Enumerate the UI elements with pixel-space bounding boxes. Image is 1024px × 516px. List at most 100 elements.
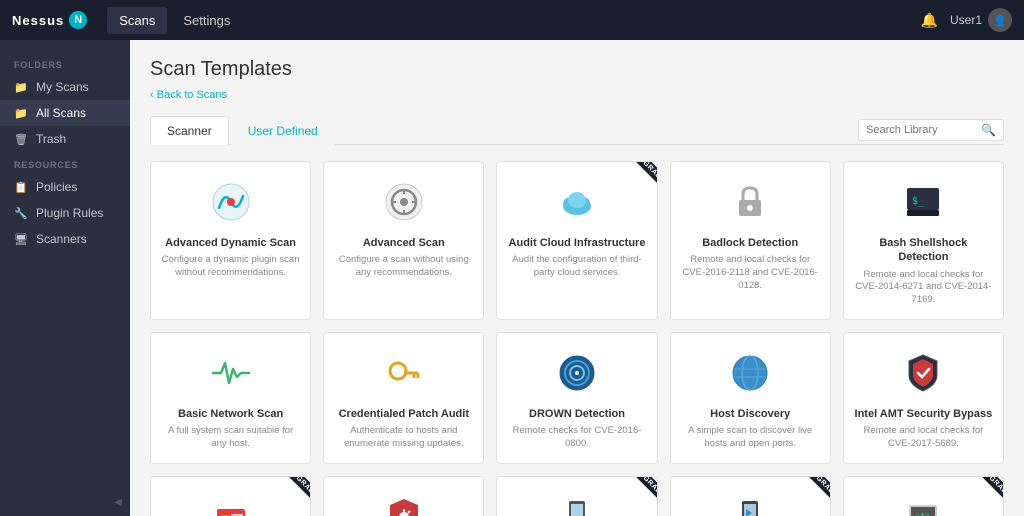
logo-badge: N (69, 11, 87, 29)
upgrade-ribbon: UPGRADE (627, 476, 657, 505)
upgrade-ribbon: UPGRADE (281, 476, 311, 505)
template-grid: Advanced Dynamic Scan Configure a dynami… (150, 161, 1004, 516)
tab-user-defined[interactable]: User Defined (231, 116, 335, 145)
template-card-bash-shellshock[interactable]: $_ Bash Shellshock Detection Remote and … (843, 161, 1004, 320)
card-title: Intel AMT Security Bypass (855, 407, 993, 421)
template-card-mdm[interactable]: UPGRADE MDM Config Audit Audit the confi (496, 476, 657, 516)
app-name: Nessus (12, 13, 64, 28)
sidebar-item-policies[interactable]: 📋 Policies (0, 174, 130, 200)
nav-settings[interactable]: Settings (171, 7, 242, 34)
card-icon-area (724, 347, 776, 399)
trash-icon: 🗑 (14, 133, 28, 146)
template-card-basic-network[interactable]: Basic Network Scan A full system scan su… (150, 332, 311, 464)
template-card-advanced-scan[interactable]: Advanced Scan Configure a scan without u… (323, 161, 484, 320)
card-icon-area (551, 347, 603, 399)
tabs-bar: Scanner User Defined 🔍 (150, 115, 1004, 145)
card-desc: Audit the configuration of third-party c… (507, 254, 646, 280)
template-card-intel-amt[interactable]: Intel AMT Security Bypass Remote and loc… (843, 332, 1004, 464)
pci-icon (209, 495, 253, 516)
template-card-mobile-device[interactable]: UPGRADE Mobile Device Scan Assess mobile… (670, 476, 831, 516)
tab-scanner[interactable]: Scanner (150, 116, 229, 145)
nav-scans[interactable]: Scans (107, 7, 167, 34)
card-icon-area (724, 176, 776, 228)
sidebar-item-scanners[interactable]: 🖥 Scanners (0, 226, 130, 252)
card-title: Basic Network Scan (178, 407, 283, 421)
card-icon-area (205, 491, 257, 516)
card-icon-area (897, 347, 949, 399)
key-icon (382, 351, 426, 395)
template-card-drown[interactable]: DROWN Detection Remote checks for CVE-20… (496, 332, 657, 464)
template-card-malware[interactable]: Malware Scan Scan for malware on Windows… (323, 476, 484, 516)
search-input[interactable] (866, 124, 976, 136)
sidebar-item-label: Plugin Rules (36, 206, 103, 220)
plugin-icon: 🔧 (14, 207, 28, 220)
card-title: Audit Cloud Infrastructure (509, 236, 646, 250)
policy-icon: 📋 (14, 181, 28, 194)
template-card-internal-pci[interactable]: UPGRADE Internal PCI Network Scan Perfor… (150, 476, 311, 516)
card-desc: Configure a dynamic plugin scan without … (161, 254, 300, 280)
card-icon-area (205, 176, 257, 228)
card-icon-area (551, 176, 603, 228)
sidebar-item-my-scans[interactable]: 📁 My Scans (0, 74, 130, 100)
sidebar-item-trash[interactable]: 🗑 Trash (0, 126, 130, 152)
sidebar-item-all-scans[interactable]: 📁 All Scans (0, 100, 130, 126)
card-title: Badlock Detection (702, 236, 798, 250)
card-icon-area: $_ (897, 176, 949, 228)
card-desc: Remote checks for CVE-2016-0800. (507, 425, 646, 451)
card-title: Credentialed Patch Audit (339, 407, 469, 421)
template-card-offline-config[interactable]: UPGRADE cfg Offline Config Audit Audit t… (843, 476, 1004, 516)
card-desc: A full system scan suitable for any host… (161, 425, 300, 451)
malware-icon (382, 495, 426, 516)
main-content: Scan Templates Back to Scans Scanner Use… (130, 40, 1024, 516)
back-link[interactable]: Back to Scans (150, 89, 227, 101)
upgrade-ribbon: UPGRADE (627, 161, 657, 190)
user-name: User1 (950, 13, 982, 27)
template-card-badlock[interactable]: Badlock Detection Remote and local check… (670, 161, 831, 320)
template-card-advanced-dynamic-scan[interactable]: Advanced Dynamic Scan Configure a dynami… (150, 161, 311, 320)
user-menu[interactable]: User1 👤 (950, 8, 1012, 32)
avatar: 👤 (988, 8, 1012, 32)
card-icon-area (378, 176, 430, 228)
sidebar-item-label: Trash (36, 132, 66, 146)
card-title: Host Discovery (710, 407, 790, 421)
card-title: Advanced Scan (363, 236, 445, 250)
globe-icon (728, 351, 772, 395)
search-library: 🔍 (858, 119, 1004, 141)
card-desc: Remote and local checks for CVE-2017-568… (854, 425, 993, 451)
card-icon-area (205, 347, 257, 399)
card-desc: A simple scan to discover live hosts and… (681, 425, 820, 451)
template-card-audit-cloud[interactable]: UPGRADE Audit Cloud Infrastructure Audit… (496, 161, 657, 320)
sidebar-item-label: Scanners (36, 232, 87, 246)
card-desc: Configure a scan without using any recom… (334, 254, 473, 280)
template-card-host-discovery[interactable]: Host Discovery A simple scan to discover… (670, 332, 831, 464)
mobile-gear-icon (555, 495, 599, 516)
sidebar-item-plugin-rules[interactable]: 🔧 Plugin Rules (0, 200, 130, 226)
mobile-icon (728, 495, 772, 516)
advanced-dynamic-icon (209, 180, 253, 224)
card-icon-area (378, 347, 430, 399)
resources-label: RESOURCES (0, 152, 130, 174)
card-title: Bash Shellshock Detection (854, 236, 993, 265)
svg-text:cfg: cfg (915, 512, 930, 516)
upgrade-ribbon: UPGRADE (974, 476, 1004, 505)
upgrade-ribbon: UPGRADE (801, 476, 831, 505)
sidebar-collapse[interactable]: ◀ (114, 497, 122, 508)
cloud-icon (555, 180, 599, 224)
card-desc: Remote and local checks for CVE-2016-211… (681, 254, 820, 292)
card-icon-area: cfg (897, 491, 949, 516)
template-card-credentialed-patch[interactable]: Credentialed Patch Audit Authenticate to… (323, 332, 484, 464)
advanced-scan-icon (382, 180, 426, 224)
topnav: Nessus N Scans Settings 🔔 User1 👤 (0, 0, 1024, 40)
card-desc: Authenticate to hosts and enumerate miss… (334, 425, 473, 451)
search-icon: 🔍 (981, 123, 996, 137)
topnav-links: Scans Settings (107, 7, 920, 34)
bell-icon[interactable]: 🔔 (921, 12, 938, 29)
shield-amt-icon (901, 351, 945, 395)
card-title: DROWN Detection (529, 407, 625, 421)
svg-text:$_: $_ (912, 196, 925, 207)
waves-icon (555, 351, 599, 395)
offline-icon: cfg (901, 495, 945, 516)
sidebar-item-label: My Scans (36, 80, 89, 94)
lock-icon (728, 180, 772, 224)
scanners-icon: 🖥 (14, 233, 28, 246)
